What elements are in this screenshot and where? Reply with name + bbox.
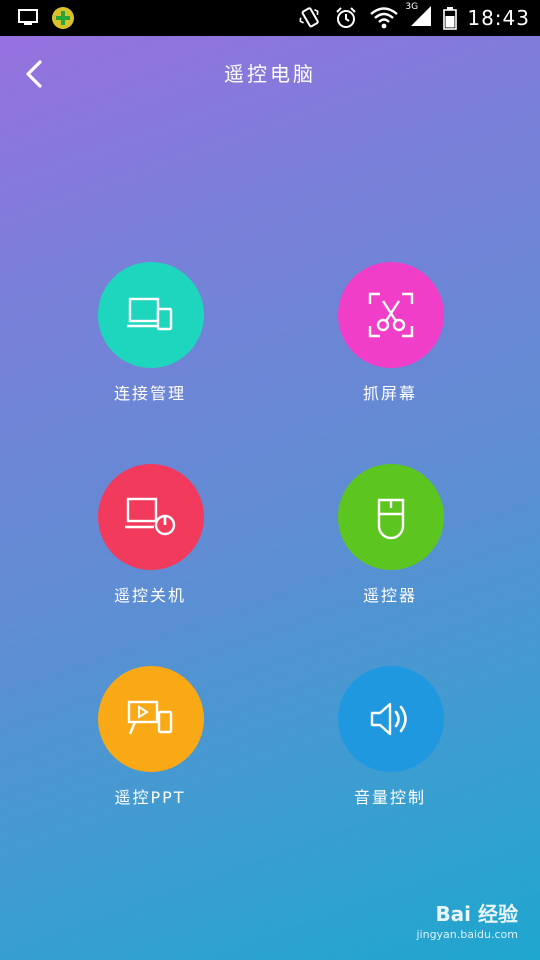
feature-screen-capture[interactable]: 抓屏幕 bbox=[290, 262, 490, 422]
feature-label: 抓屏幕 bbox=[362, 384, 417, 403]
feature-circle[interactable] bbox=[98, 262, 204, 368]
alarm-icon bbox=[336, 7, 357, 28]
watermark-logo-text: Bai 经验 bbox=[435, 902, 518, 926]
app-icon bbox=[52, 7, 74, 29]
feature-circle[interactable] bbox=[338, 262, 444, 368]
feature-volume-control[interactable]: 音量控制 bbox=[290, 666, 490, 826]
feature-circle[interactable] bbox=[98, 666, 204, 772]
devices-icon bbox=[127, 297, 173, 331]
feature-label: 遥控关机 bbox=[113, 586, 186, 605]
feature-connection-manage[interactable]: 连接管理 bbox=[50, 262, 250, 422]
clock-time: 18:43 bbox=[467, 6, 530, 30]
scissors-icon bbox=[368, 292, 414, 338]
presentation-icon bbox=[127, 700, 173, 735]
speaker-icon bbox=[370, 702, 407, 736]
feature-label: 连接管理 bbox=[113, 384, 186, 403]
wifi-icon bbox=[370, 7, 399, 29]
feature-remote-shutdown[interactable]: 遥控关机 bbox=[50, 464, 250, 624]
feature-circle[interactable] bbox=[98, 464, 204, 570]
feature-label: 音量控制 bbox=[353, 788, 426, 807]
status-bar: 3G 18:43 bbox=[0, 0, 540, 36]
feature-label: 遥控器 bbox=[362, 586, 417, 605]
vibrate-icon bbox=[299, 7, 320, 28]
watermark-url: jingyan.baidu.com bbox=[416, 928, 518, 941]
app-header: 遥控电脑 bbox=[0, 36, 540, 112]
feature-circle[interactable] bbox=[338, 666, 444, 772]
feature-circle[interactable] bbox=[338, 464, 444, 570]
battery-icon bbox=[443, 7, 458, 30]
feature-label: 遥控PPT bbox=[114, 788, 186, 807]
mouse-icon bbox=[377, 498, 405, 540]
feature-remote-ppt[interactable]: 遥控PPT bbox=[50, 666, 250, 826]
monitor-power-icon bbox=[125, 497, 176, 536]
feature-remote-controller[interactable]: 遥控器 bbox=[290, 464, 490, 624]
page-title: 遥控电脑 bbox=[224, 62, 316, 86]
signal-indicator: 3G bbox=[405, 2, 433, 32]
monitor-icon bbox=[18, 9, 38, 25]
network-type-label: 3G bbox=[405, 2, 419, 12]
baidu-jingyan-watermark: Bai 经验 jingyan.baidu.com bbox=[398, 898, 518, 950]
